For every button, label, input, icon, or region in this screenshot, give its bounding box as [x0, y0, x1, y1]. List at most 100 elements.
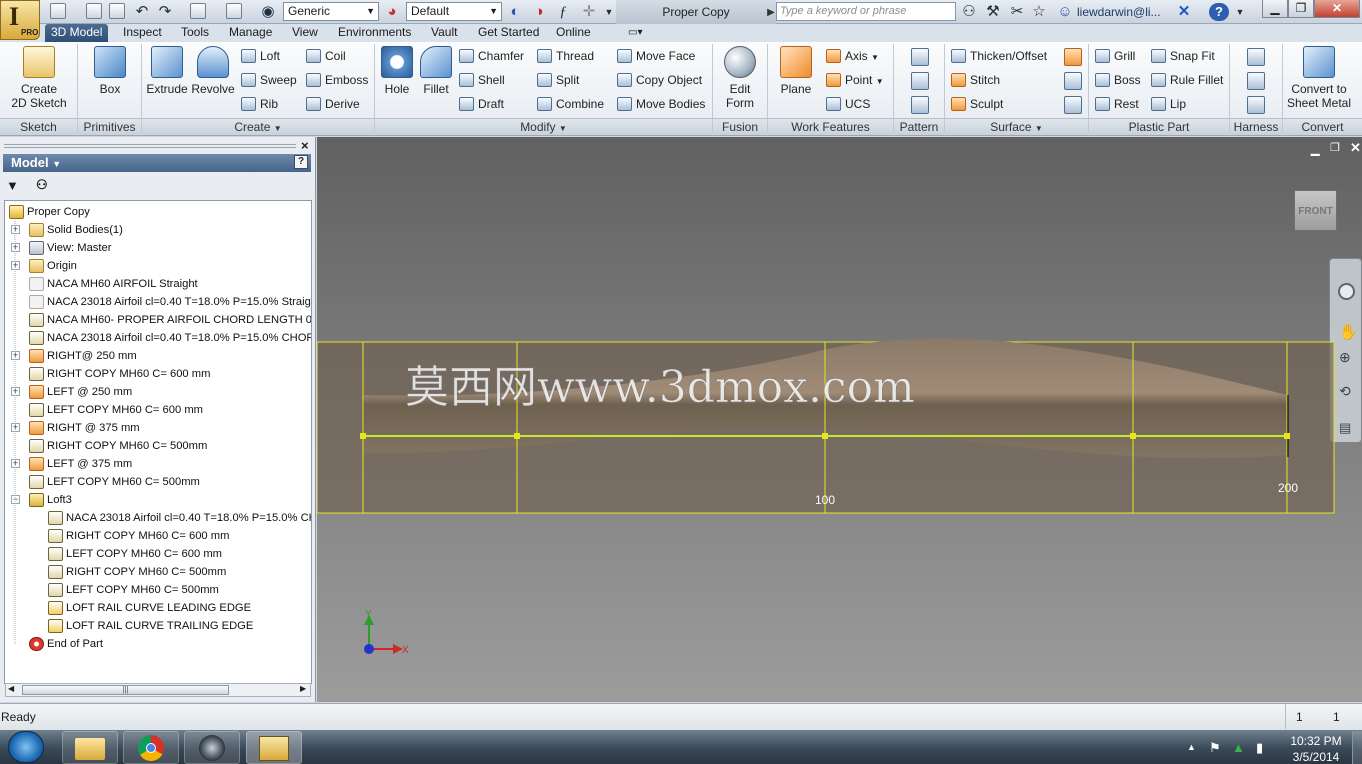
rest-button[interactable]: Rest: [1095, 95, 1139, 113]
exchange-icon[interactable]: ✕: [1175, 3, 1193, 21]
user-account-name[interactable]: liewdarwin@li...: [1077, 5, 1161, 19]
show-desktop-button[interactable]: [1352, 731, 1362, 764]
window-minimize-button[interactable]: ▁: [1262, 0, 1288, 18]
thicken-offset-button[interactable]: Thicken/Offset: [951, 47, 1047, 65]
tree-item[interactable]: RIGHT COPY MH60 C= 500mm: [5, 437, 309, 455]
browser-grip[interactable]: [4, 144, 296, 148]
network-icon[interactable]: ▮: [1256, 740, 1263, 756]
taskbar-chrome[interactable]: [123, 731, 179, 764]
scrollbar-thumb[interactable]: |||: [22, 685, 229, 695]
application-menu-button[interactable]: I PRO: [0, 0, 40, 40]
tab-view[interactable]: View: [286, 24, 324, 42]
action-center-flag-icon[interactable]: ⚑: [1209, 740, 1221, 756]
browser-help-icon[interactable]: ?: [294, 155, 308, 169]
new-file-icon[interactable]: [50, 3, 66, 19]
harness-route-icon[interactable]: [1247, 48, 1265, 66]
help-button[interactable]: ?: [1209, 3, 1229, 21]
taskbar-explorer[interactable]: [62, 731, 118, 764]
browser-close-icon[interactable]: ×: [301, 138, 309, 153]
lip-button[interactable]: Lip: [1151, 95, 1186, 113]
tree-item[interactable]: NACA 23018 Airfoil cl=0.40 T=18.0% P=15.…: [5, 509, 311, 527]
measure-icon[interactable]: ✛: [580, 3, 598, 21]
patch-icon[interactable]: [1064, 48, 1082, 66]
tree-item[interactable]: NACA 23018 Airfoil cl=0.40 T=18.0% P=15.…: [5, 293, 311, 311]
subscription-icon[interactable]: ✂: [1008, 3, 1026, 21]
google-drive-icon[interactable]: ▲: [1232, 740, 1245, 755]
shell-button[interactable]: Shell: [459, 71, 505, 89]
expand-icon[interactable]: +: [11, 351, 20, 360]
create-2d-sketch-button[interactable]: Create 2D Sketch: [6, 46, 72, 110]
tree-item[interactable]: − Loft3: [5, 491, 309, 509]
copy-object-button[interactable]: Copy Object: [617, 71, 702, 89]
redo-icon[interactable]: ↷: [156, 3, 174, 21]
user-icon[interactable]: ☺: [1056, 3, 1074, 21]
circular-pattern-icon[interactable]: [911, 72, 929, 90]
rib-button[interactable]: Rib: [241, 95, 278, 113]
trim-icon[interactable]: [1064, 72, 1082, 90]
clock-date[interactable]: 3/5/2014: [1290, 750, 1342, 764]
tree-item[interactable]: LEFT COPY MH60 C= 600 mm: [5, 401, 309, 419]
move-face-button[interactable]: Move Face: [617, 47, 695, 65]
tree-item[interactable]: + Solid Bodies(1): [5, 221, 309, 239]
expand-icon[interactable]: +: [11, 225, 20, 234]
expand-icon[interactable]: +: [11, 423, 20, 432]
return-icon[interactable]: [190, 3, 206, 19]
tree-item[interactable]: Proper Copy: [5, 203, 309, 221]
boss-button[interactable]: Boss: [1095, 71, 1141, 89]
emboss-button[interactable]: Emboss: [306, 71, 368, 89]
dimension-label[interactable]: 200: [1278, 481, 1298, 495]
loft-button[interactable]: Loft: [241, 47, 280, 65]
save-icon[interactable]: [109, 3, 125, 19]
tree-item[interactable]: LEFT COPY MH60 C= 500mm: [5, 581, 309, 599]
snap-fit-button[interactable]: Snap Fit: [1151, 47, 1215, 65]
coil-button[interactable]: Coil: [306, 47, 346, 65]
edit-form-button[interactable]: Edit Form: [717, 46, 763, 110]
expand-icon[interactable]: +: [11, 243, 20, 252]
rectangular-pattern-icon[interactable]: [911, 48, 929, 66]
revolve-button[interactable]: Revolve: [190, 46, 236, 96]
panel-title-create[interactable]: Create ▼: [142, 118, 374, 135]
sweep-button[interactable]: Sweep: [241, 71, 297, 89]
tree-item[interactable]: LEFT COPY MH60 C= 500mm: [5, 473, 309, 491]
undo-icon[interactable]: ↶: [133, 3, 151, 21]
tree-item[interactable]: RIGHT COPY MH60 C= 500mm: [5, 563, 309, 581]
open-file-icon[interactable]: [86, 3, 102, 19]
clock-time[interactable]: 10:32 PM: [1290, 734, 1342, 748]
stitch-button[interactable]: Stitch: [951, 71, 1000, 89]
dimension-label[interactable]: 100: [815, 493, 835, 507]
help-dropdown-icon[interactable]: ▼: [1231, 3, 1249, 21]
panel-title-modify[interactable]: Modify ▼: [375, 118, 712, 135]
material-dropdown[interactable]: Generic ▼: [283, 2, 379, 21]
tab-overflow-icon[interactable]: ▭▾: [622, 24, 648, 42]
tree-item[interactable]: RIGHT COPY MH60 C= 600 mm: [5, 527, 309, 545]
thread-button[interactable]: Thread: [537, 47, 594, 65]
mirror-icon[interactable]: [911, 96, 929, 114]
collapse-icon[interactable]: −: [11, 495, 20, 504]
find-binoculars-icon[interactable]: ⚇: [36, 177, 48, 193]
plane-button[interactable]: Plane: [774, 46, 818, 96]
hole-button[interactable]: Hole: [378, 46, 416, 96]
expand-icon[interactable]: +: [11, 459, 20, 468]
show-hidden-icons[interactable]: ▲: [1187, 742, 1196, 752]
tab-tools[interactable]: Tools: [175, 24, 215, 42]
scroll-left-icon[interactable]: ◀: [8, 684, 14, 693]
delete-face-icon[interactable]: [1064, 96, 1082, 114]
tree-item[interactable]: + LEFT @ 250 mm: [5, 383, 309, 401]
tree-item[interactable]: LOFT RAIL CURVE LEADING EDGE: [5, 599, 309, 617]
color-wheel-icon[interactable]: ◕: [383, 3, 401, 21]
tree-item[interactable]: NACA MH60- PROPER AIRFOIL CHORD LENGTH 0…: [5, 311, 311, 329]
window-restore-button[interactable]: ❐: [1288, 0, 1314, 18]
tab-3d-model[interactable]: 3D Model: [45, 24, 109, 42]
browser-horizontal-scrollbar[interactable]: ◀ ||| ▶: [5, 683, 311, 697]
wrench-icon[interactable]: ⚒: [984, 3, 1002, 21]
harness-wire-icon[interactable]: [1247, 72, 1265, 90]
tab-get-started[interactable]: Get Started: [472, 24, 545, 42]
tab-manage[interactable]: Manage: [223, 24, 278, 42]
model-canvas[interactable]: 100 200 莫西网www.3dmox.com Y X: [317, 137, 1362, 702]
tree-item[interactable]: NACA MH60 AIRFOIL Straight: [5, 275, 309, 293]
scroll-right-icon[interactable]: ▶: [300, 684, 306, 693]
derive-button[interactable]: Derive: [306, 95, 360, 113]
expand-icon[interactable]: +: [11, 387, 20, 396]
extrude-button[interactable]: Extrude: [145, 46, 189, 96]
tree-item[interactable]: NACA 23018 Airfoil cl=0.40 T=18.0% P=15.…: [5, 329, 311, 347]
